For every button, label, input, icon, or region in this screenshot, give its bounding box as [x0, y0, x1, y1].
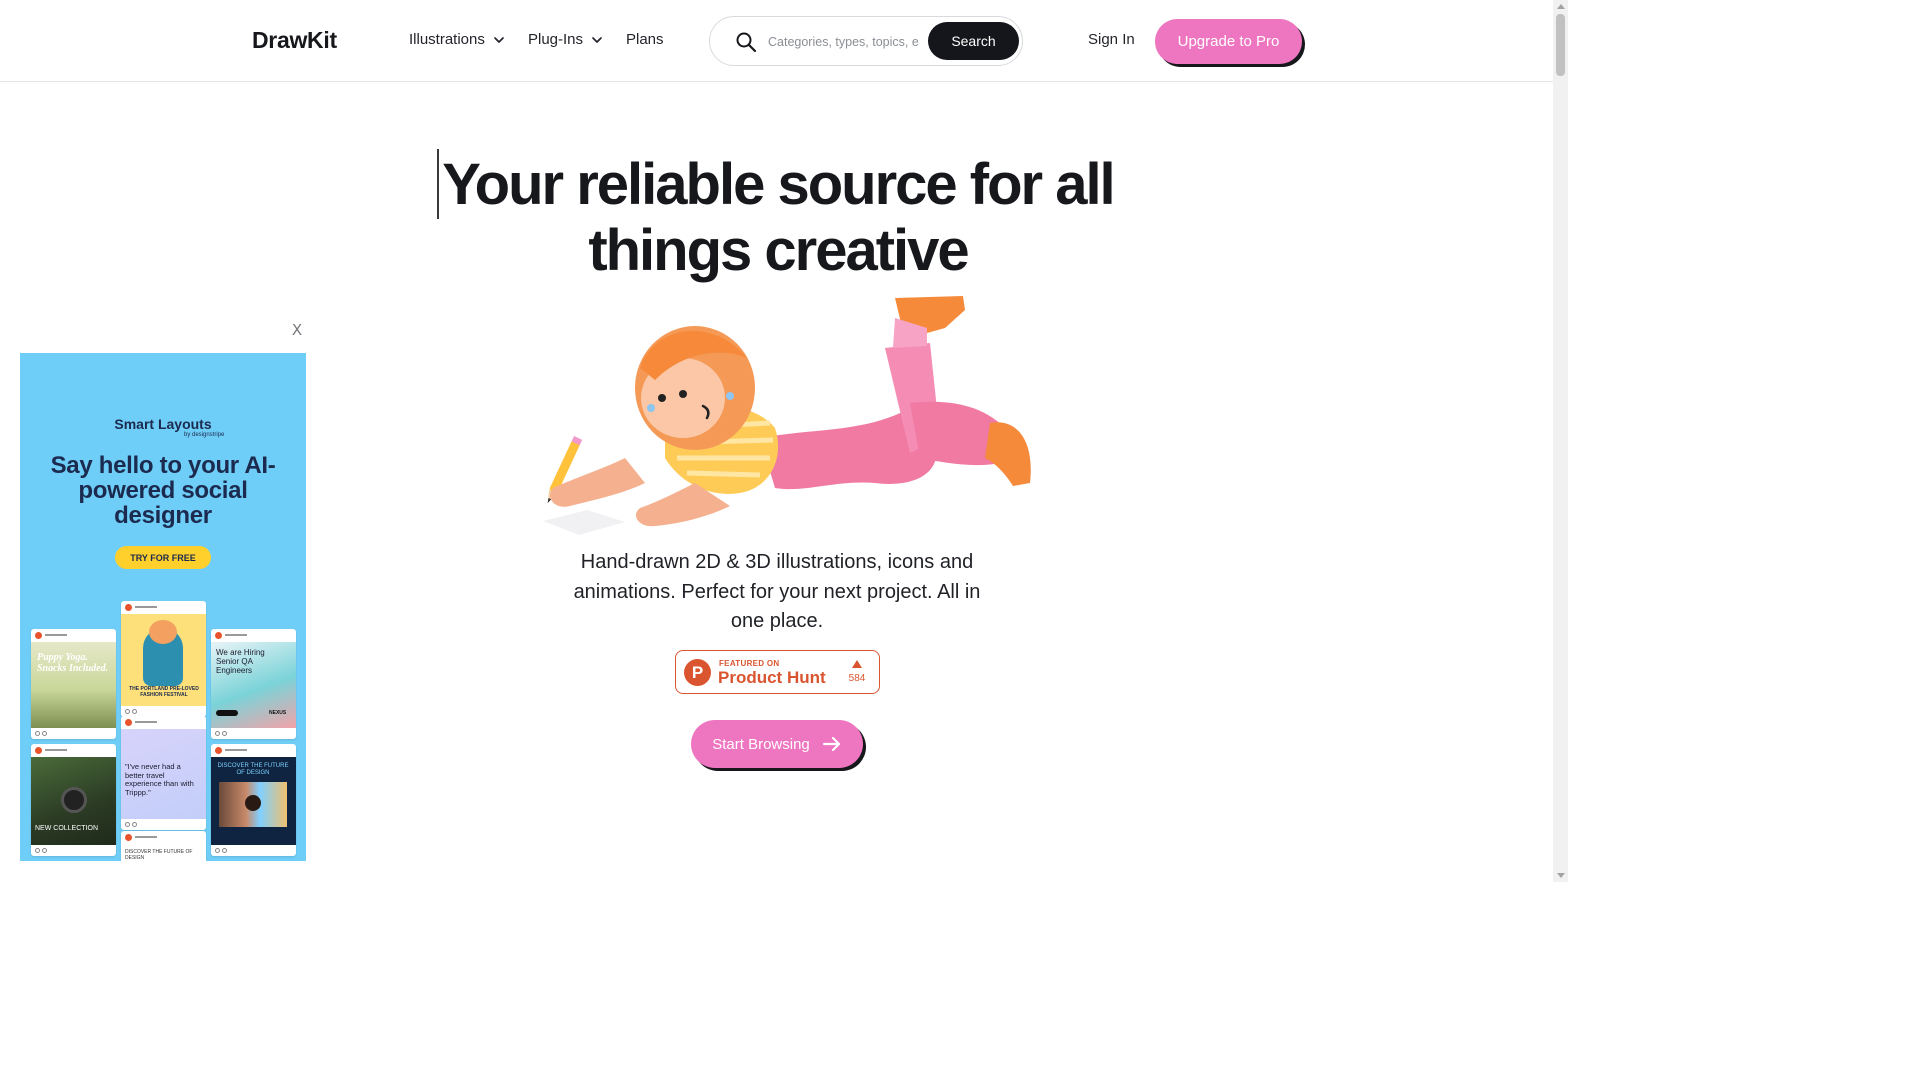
- start-browsing-label: Start Browsing: [712, 735, 810, 753]
- start-browsing-button[interactable]: Start Browsing: [691, 720, 863, 768]
- smart-layouts-ad[interactable]: Smart Layouts by designstripe Say hello …: [20, 353, 306, 861]
- page-scrollbar[interactable]: [1553, 0, 1568, 882]
- ad-card-fashion: THE PORTLAND PRE-LOVED FASHION FESTIVAL: [121, 601, 206, 717]
- upvote-triangle-icon: [852, 660, 862, 668]
- site-header: DrawKit Illustrations Plug-Ins Plans Sea…: [0, 0, 1553, 82]
- scrollbar-thumb[interactable]: [1556, 14, 1565, 76]
- arrow-right-icon: [822, 736, 840, 752]
- product-hunt-featured-label: FEATURED ON: [719, 659, 780, 668]
- nav-plans[interactable]: Plans: [626, 31, 664, 48]
- ad-card-future: DISCOVER THE FUTURE OF DESIGN: [211, 744, 296, 856]
- ad-card-puppy-text: Puppy Yoga. Snacks Included.: [37, 652, 109, 674]
- drawkit-logo[interactable]: DrawKit: [252, 27, 337, 54]
- search-button[interactable]: Search: [928, 22, 1019, 60]
- product-hunt-name: Product Hunt: [718, 668, 826, 687]
- scroll-up-arrow-icon[interactable]: [1557, 4, 1565, 9]
- hero-title: Your reliable source for all things crea…: [442, 152, 1115, 283]
- ad-brand-by: by designstripe: [184, 432, 225, 438]
- nav-plans-label: Plans: [626, 31, 664, 48]
- sign-in-link[interactable]: Sign In: [1088, 31, 1135, 48]
- ad-card-hiring-text: We are Hiring Senior QA Engineers: [216, 648, 265, 675]
- product-hunt-badge[interactable]: P FEATURED ON Product Hunt 584: [675, 650, 880, 694]
- ad-close-button[interactable]: X: [283, 317, 311, 343]
- search-bar: Search: [709, 16, 1023, 66]
- chevron-down-icon: [494, 36, 504, 43]
- nav-illustrations-label: Illustrations: [409, 31, 485, 48]
- ad-card-puppy: Puppy Yoga. Snacks Included.: [31, 629, 116, 739]
- scroll-down-arrow-icon[interactable]: [1557, 873, 1565, 878]
- ad-card-future-small: DISCOVER THE FUTURE OF DESIGN: [121, 831, 206, 861]
- nav-plug-ins-label: Plug-Ins: [528, 31, 584, 48]
- ad-card-watch-text: NEW COLLECTION: [35, 825, 99, 832]
- ad-try-for-free-button[interactable]: TRY FOR FREE: [115, 546, 211, 569]
- ad-card-future-text: DISCOVER THE FUTURE OF DESIGN: [217, 763, 289, 776]
- upgrade-to-pro-button[interactable]: Upgrade to Pro: [1155, 19, 1302, 64]
- ad-card-hiring: We are Hiring Senior QA Engineers NEXUS: [211, 629, 296, 739]
- ad-card-fashion-text: THE PORTLAND PRE-LOVED FASHION FESTIVAL: [129, 686, 199, 698]
- nav-illustrations[interactable]: Illustrations: [409, 31, 505, 48]
- hero-illustration: [543, 296, 1031, 535]
- ad-card-future-small-text: DISCOVER THE FUTURE OF DESIGN: [125, 849, 193, 861]
- nav-plug-ins[interactable]: Plug-Ins: [528, 31, 603, 48]
- ad-brand-name: Smart Layouts: [114, 416, 212, 432]
- ad-card-travel: "I've never had a better travel experien…: [121, 716, 206, 830]
- ad-card-watch: NEW COLLECTION: [31, 744, 116, 856]
- ad-headline: Say hello to your AI-powered social desi…: [50, 452, 276, 529]
- product-hunt-vote-count: 584: [848, 673, 866, 684]
- ad-card-travel-text: "I've never had a better travel experien…: [125, 762, 194, 797]
- hero-subtitle: Hand-drawn 2D & 3D illustrations, icons …: [573, 551, 981, 632]
- chevron-down-icon: [592, 36, 602, 43]
- search-icon: [736, 32, 757, 53]
- search-input[interactable]: [768, 31, 918, 53]
- product-hunt-logo-icon: P: [684, 659, 711, 686]
- ad-card-hiring-brand: NEXUS: [269, 710, 287, 716]
